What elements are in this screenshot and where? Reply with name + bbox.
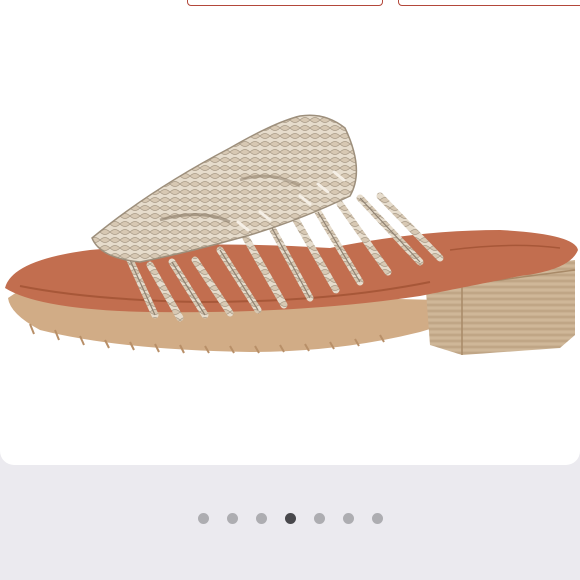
top-right-button[interactable]: [398, 0, 580, 6]
carousel-pagination: [0, 513, 580, 524]
snakeskin-vamp: [91, 114, 358, 263]
carousel-dot[interactable]: [197, 513, 209, 524]
carousel-dot[interactable]: [371, 513, 383, 524]
carousel-dot[interactable]: [226, 513, 238, 524]
carousel-dot[interactable]: [313, 513, 325, 524]
sandal-product-image: [5, 114, 578, 355]
top-left-button[interactable]: [187, 0, 383, 6]
carousel-dot-active[interactable]: [284, 513, 296, 524]
product-image-card[interactable]: [0, 0, 580, 465]
carousel-dot[interactable]: [342, 513, 354, 524]
carousel-dot[interactable]: [255, 513, 267, 524]
